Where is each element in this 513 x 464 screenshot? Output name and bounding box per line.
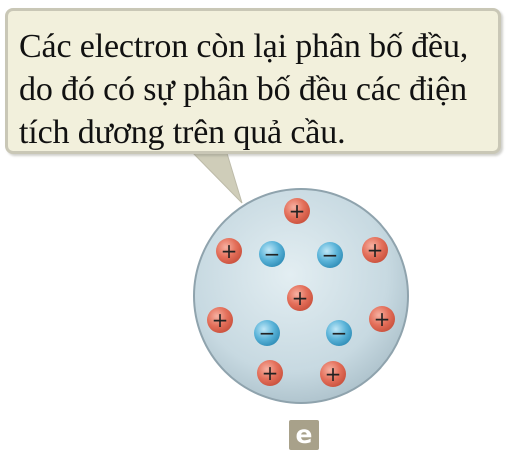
proton-6: + [369, 306, 395, 332]
proton-2-symbol: + [221, 239, 238, 263]
electron-1: − [259, 241, 285, 267]
electron-2: − [317, 242, 343, 268]
proton-5: + [207, 307, 233, 333]
proton-8-symbol: + [325, 362, 342, 386]
proton-7: + [257, 360, 283, 386]
proton-6-symbol: + [374, 307, 391, 331]
electron-3: − [254, 320, 280, 346]
electron-3-symbol: − [259, 321, 276, 345]
electron-2-symbol: − [322, 243, 339, 267]
atom-sphere-diagram: + + + + + + + + − − − − [193, 188, 409, 404]
proton-5-symbol: + [212, 308, 229, 332]
proton-2: + [216, 238, 242, 264]
proton-4-symbol: + [292, 286, 309, 310]
diagram-panel: Các electron còn lại phân bố đều, do đó … [0, 0, 513, 464]
proton-1: + [284, 198, 310, 224]
proton-3-symbol: + [367, 238, 384, 262]
electron-4: − [326, 320, 352, 346]
proton-1-symbol: + [289, 199, 306, 223]
proton-3: + [362, 237, 388, 263]
electron-4-symbol: − [331, 321, 348, 345]
electron-1-symbol: − [264, 242, 281, 266]
panel-label-badge: e [289, 420, 319, 450]
proton-7-symbol: + [262, 361, 279, 385]
proton-8: + [320, 361, 346, 387]
proton-4: + [287, 285, 313, 311]
